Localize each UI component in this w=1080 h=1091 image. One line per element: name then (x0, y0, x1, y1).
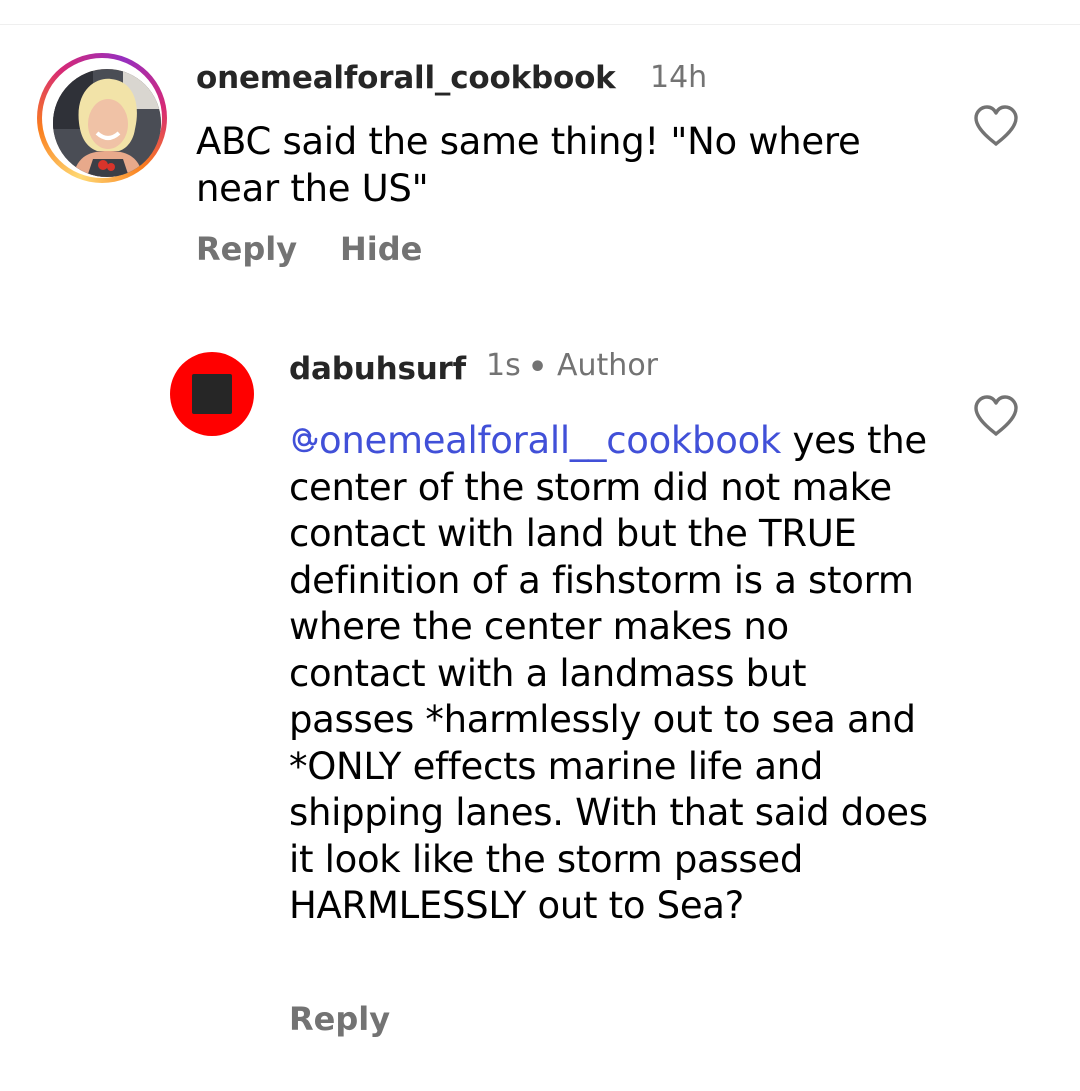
comment-text: ABC said the same thing! "No where near … (196, 120, 861, 210)
author-badge: Author (557, 348, 659, 383)
avatar-story-ring[interactable] (37, 53, 167, 183)
heart-icon[interactable] (972, 104, 1020, 148)
comment-username[interactable]: onemealforall_cookbook (196, 60, 616, 96)
hide-button[interactable]: Hide (340, 230, 422, 268)
comment-body: yes the center of the storm did not make… (289, 419, 928, 927)
threads-at-icon (292, 428, 318, 453)
top-divider (0, 24, 1080, 25)
comment-timestamp: 1s (486, 348, 521, 383)
avatar (53, 69, 161, 177)
comment-text: onemealforall__cookbook yes the center o… (289, 418, 929, 930)
comment-username[interactable]: dabuhsurf (289, 351, 466, 387)
avatar-square (192, 374, 232, 414)
mention-link[interactable]: onemealforall__cookbook (289, 419, 781, 462)
avatar[interactable] (170, 352, 254, 436)
heart-icon[interactable] (972, 394, 1020, 438)
meta-separator: • (528, 350, 548, 385)
mention-username[interactable]: onemealforall__cookbook (319, 419, 781, 462)
reply-button[interactable]: Reply (289, 1000, 390, 1038)
reply-button[interactable]: Reply (196, 230, 297, 268)
comment-timestamp: 14h (650, 60, 708, 95)
